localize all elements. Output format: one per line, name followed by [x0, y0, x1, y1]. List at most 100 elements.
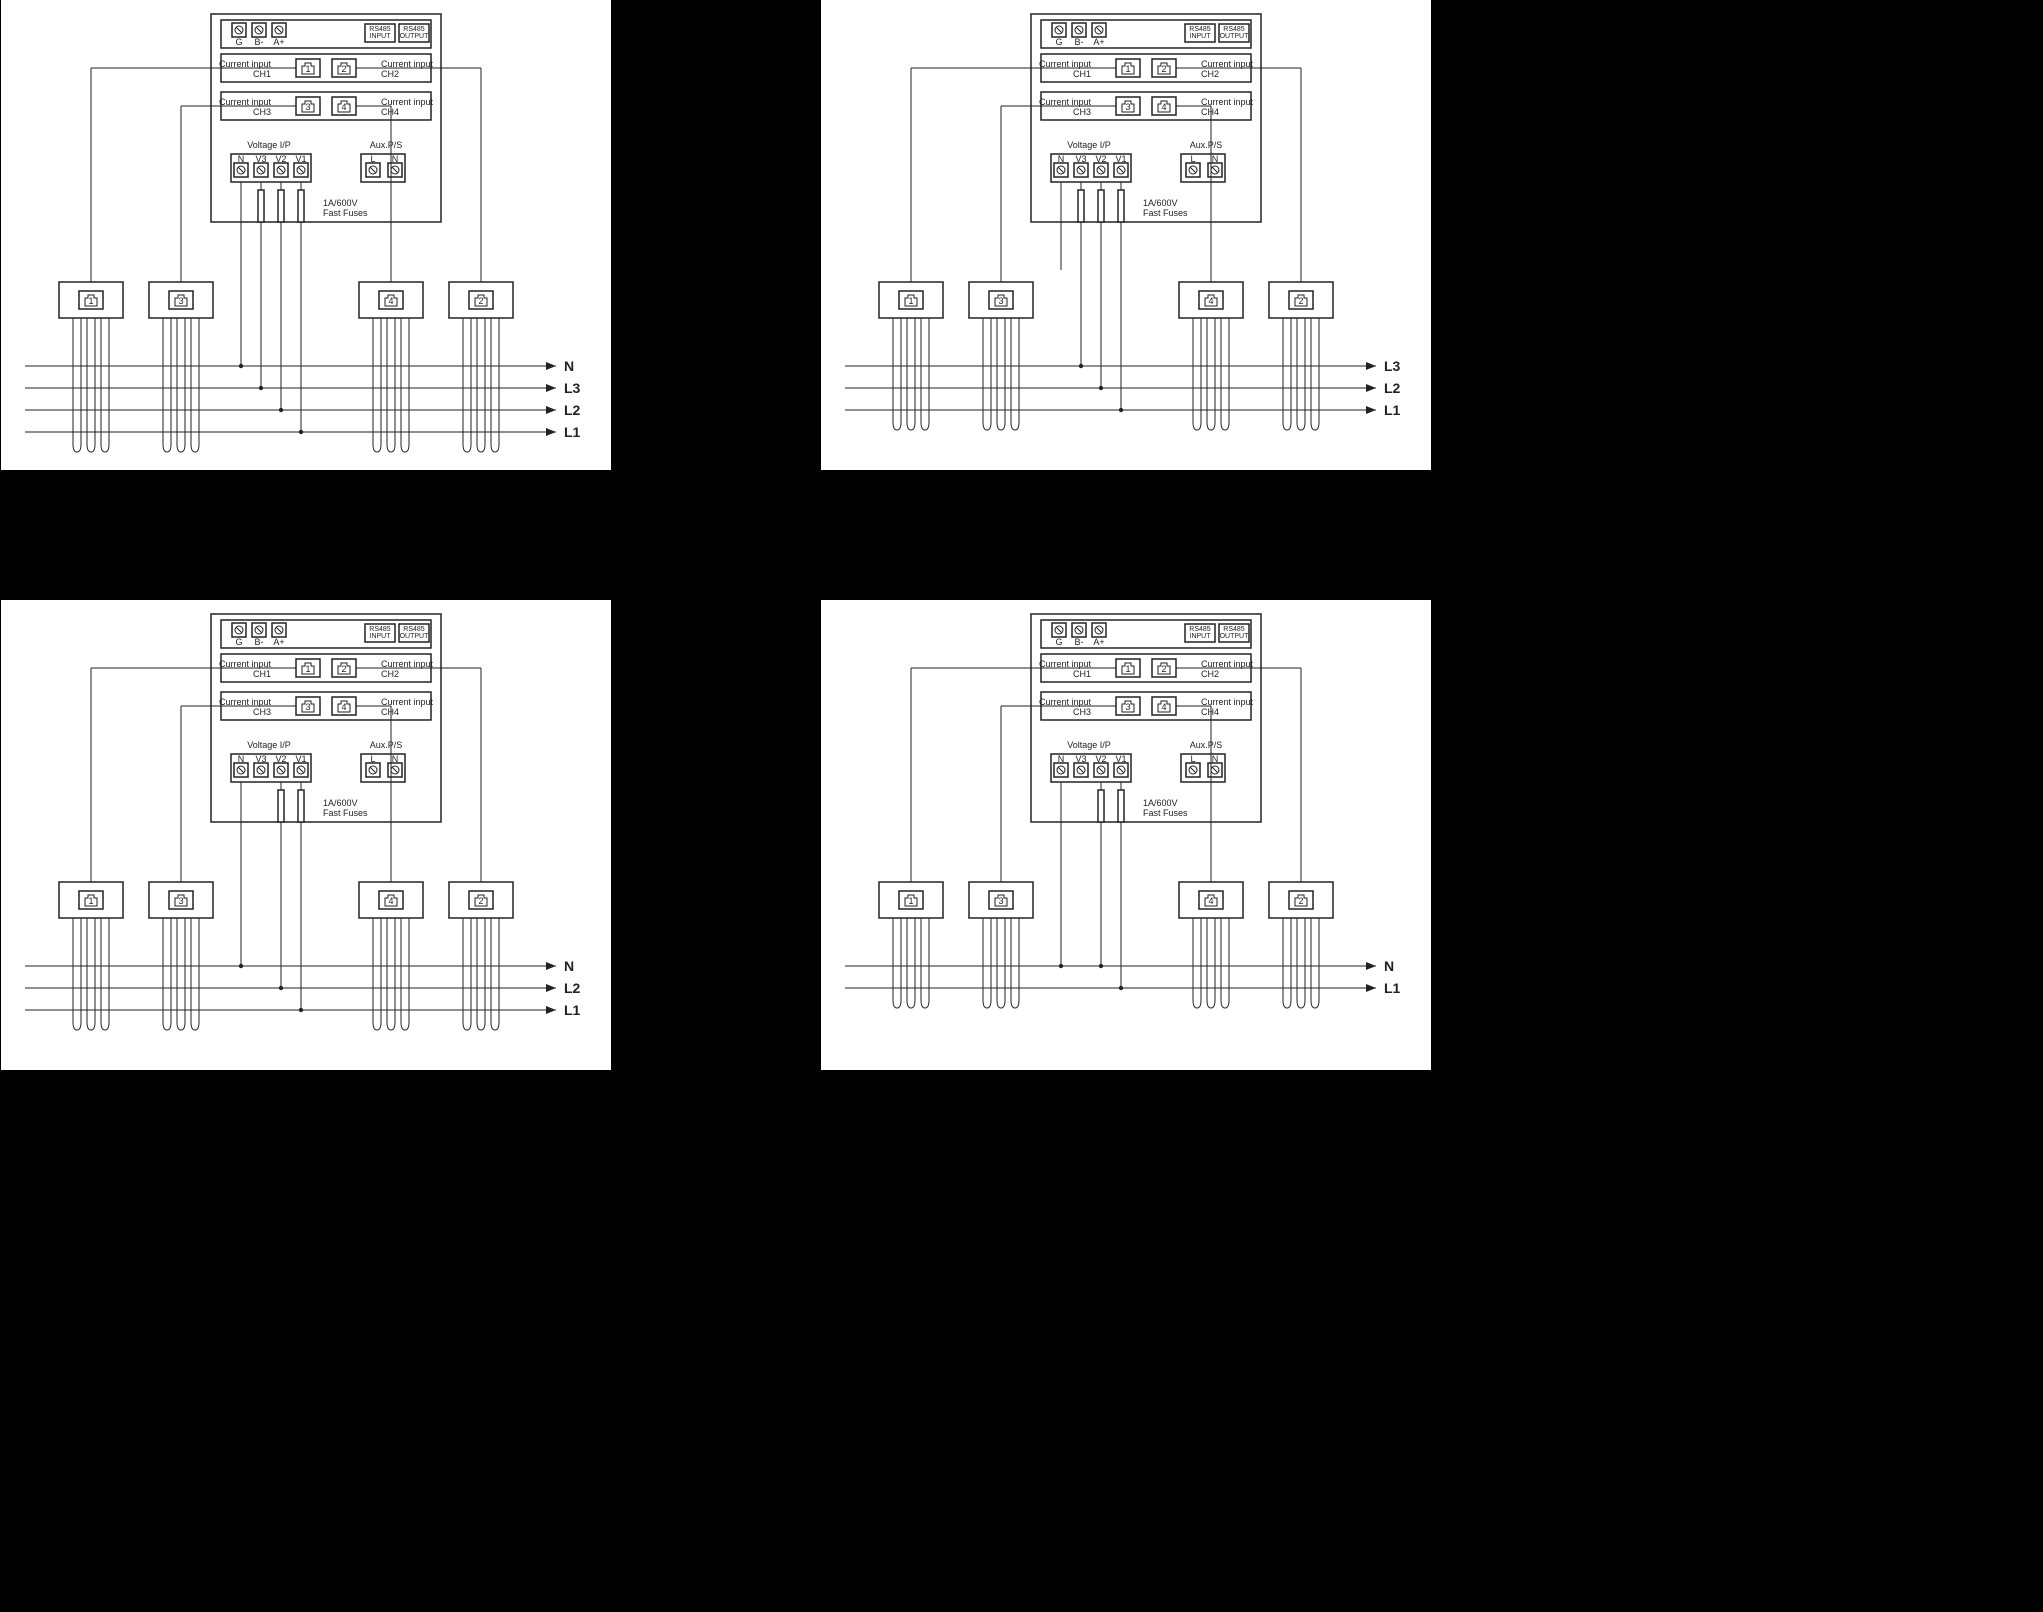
svg-text:2: 2: [1298, 896, 1303, 906]
svg-text:CH2: CH2: [381, 669, 399, 679]
svg-text:INPUT: INPUT: [370, 33, 392, 40]
svg-text:A+: A+: [273, 37, 284, 47]
svg-text:V2: V2: [275, 154, 286, 164]
svg-text:Aux.P/S: Aux.P/S: [370, 740, 403, 750]
svg-text:CH2: CH2: [381, 69, 399, 79]
svg-text:CH4: CH4: [381, 107, 399, 117]
svg-text:CH2: CH2: [1201, 69, 1219, 79]
svg-text:A+: A+: [1093, 37, 1104, 47]
svg-text:1A/600V: 1A/600V: [323, 198, 358, 208]
svg-text:2: 2: [1298, 296, 1303, 306]
svg-text:1: 1: [908, 296, 913, 306]
svg-text:1: 1: [1125, 64, 1130, 74]
svg-text:A+: A+: [273, 637, 284, 647]
svg-text:V3: V3: [1075, 154, 1086, 164]
svg-text:Fast Fuses: Fast Fuses: [1143, 208, 1188, 218]
svg-text:N: N: [1384, 958, 1394, 974]
svg-text:RS485: RS485: [369, 26, 391, 33]
svg-text:RS485: RS485: [403, 626, 425, 633]
svg-text:Aux.P/S: Aux.P/S: [1190, 140, 1223, 150]
svg-text:CH3: CH3: [253, 707, 271, 717]
svg-text:1: 1: [88, 296, 93, 306]
svg-text:CH1: CH1: [1073, 669, 1091, 679]
svg-text:3: 3: [178, 296, 183, 306]
svg-text:3: 3: [998, 896, 1003, 906]
svg-text:G: G: [235, 37, 242, 47]
svg-text:2: 2: [1161, 64, 1166, 74]
svg-text:OUTPUT: OUTPUT: [400, 633, 430, 640]
svg-text:Voltage I/P: Voltage I/P: [247, 740, 291, 750]
svg-text:RS485: RS485: [403, 26, 425, 33]
svg-text:Voltage I/P: Voltage I/P: [1067, 140, 1111, 150]
svg-text:RS485: RS485: [1189, 626, 1211, 633]
svg-text:V3: V3: [255, 754, 266, 764]
svg-text:CH3: CH3: [1073, 107, 1091, 117]
svg-text:3: 3: [178, 896, 183, 906]
svg-text:CH3: CH3: [1073, 707, 1091, 717]
svg-text:N: N: [1058, 754, 1065, 764]
svg-text:CH1: CH1: [253, 669, 271, 679]
svg-text:V2: V2: [1095, 754, 1106, 764]
svg-text:4: 4: [1161, 702, 1166, 712]
svg-text:OUTPUT: OUTPUT: [1220, 633, 1250, 640]
svg-text:N: N: [392, 754, 399, 764]
svg-text:3: 3: [305, 702, 310, 712]
svg-text:V2: V2: [275, 754, 286, 764]
svg-text:4: 4: [341, 102, 346, 112]
svg-text:1A/600V: 1A/600V: [1143, 798, 1178, 808]
svg-text:B-: B-: [255, 637, 264, 647]
svg-text:CH1: CH1: [253, 69, 271, 79]
svg-text:1A/600V: 1A/600V: [1143, 198, 1178, 208]
svg-text:L: L: [370, 754, 375, 764]
svg-text:N: N: [238, 754, 245, 764]
svg-text:2: 2: [1161, 664, 1166, 674]
svg-text:L1: L1: [1384, 980, 1401, 996]
svg-text:V3: V3: [255, 154, 266, 164]
svg-text:1: 1: [908, 896, 913, 906]
svg-text:V1: V1: [1115, 154, 1126, 164]
svg-text:CH4: CH4: [381, 707, 399, 717]
svg-text:L2: L2: [564, 402, 581, 418]
svg-text:4: 4: [341, 702, 346, 712]
svg-text:N: N: [564, 958, 574, 974]
svg-text:3: 3: [998, 296, 1003, 306]
svg-text:3: 3: [1125, 102, 1130, 112]
svg-text:4: 4: [1161, 102, 1166, 112]
svg-text:Fast Fuses: Fast Fuses: [323, 808, 368, 818]
svg-text:L1: L1: [1384, 402, 1401, 418]
svg-text:L: L: [1190, 154, 1195, 164]
svg-text:L1: L1: [564, 424, 581, 440]
svg-text:INPUT: INPUT: [370, 633, 392, 640]
svg-text:Fast Fuses: Fast Fuses: [1143, 808, 1188, 818]
svg-text:OUTPUT: OUTPUT: [400, 33, 430, 40]
svg-text:RS485: RS485: [369, 626, 391, 633]
svg-text:RS485: RS485: [1189, 26, 1211, 33]
svg-text:1: 1: [88, 896, 93, 906]
svg-text:B-: B-: [255, 37, 264, 47]
svg-text:INPUT: INPUT: [1190, 633, 1212, 640]
svg-text:L2: L2: [564, 980, 581, 996]
svg-text:N: N: [564, 358, 574, 374]
svg-text:4: 4: [1208, 896, 1213, 906]
svg-text:1A/600V: 1A/600V: [323, 798, 358, 808]
svg-text:CH2: CH2: [1201, 669, 1219, 679]
svg-text:CH1: CH1: [1073, 69, 1091, 79]
svg-text:OUTPUT: OUTPUT: [1220, 33, 1250, 40]
svg-text:L3: L3: [1384, 358, 1401, 374]
svg-text:L1: L1: [564, 1002, 581, 1018]
svg-text:3: 3: [305, 102, 310, 112]
svg-text:4: 4: [1208, 296, 1213, 306]
svg-text:V3: V3: [1075, 754, 1086, 764]
svg-text:V1: V1: [295, 154, 306, 164]
svg-text:Aux.P/S: Aux.P/S: [1190, 740, 1223, 750]
svg-text:Voltage I/P: Voltage I/P: [1067, 740, 1111, 750]
svg-text:V1: V1: [295, 754, 306, 764]
svg-text:2: 2: [341, 64, 346, 74]
svg-text:3: 3: [1125, 702, 1130, 712]
svg-text:G: G: [235, 637, 242, 647]
svg-text:L: L: [1190, 754, 1195, 764]
svg-text:1: 1: [305, 64, 310, 74]
svg-text:CH4: CH4: [1201, 107, 1219, 117]
svg-text:B-: B-: [1075, 37, 1084, 47]
svg-text:G: G: [1055, 637, 1062, 647]
